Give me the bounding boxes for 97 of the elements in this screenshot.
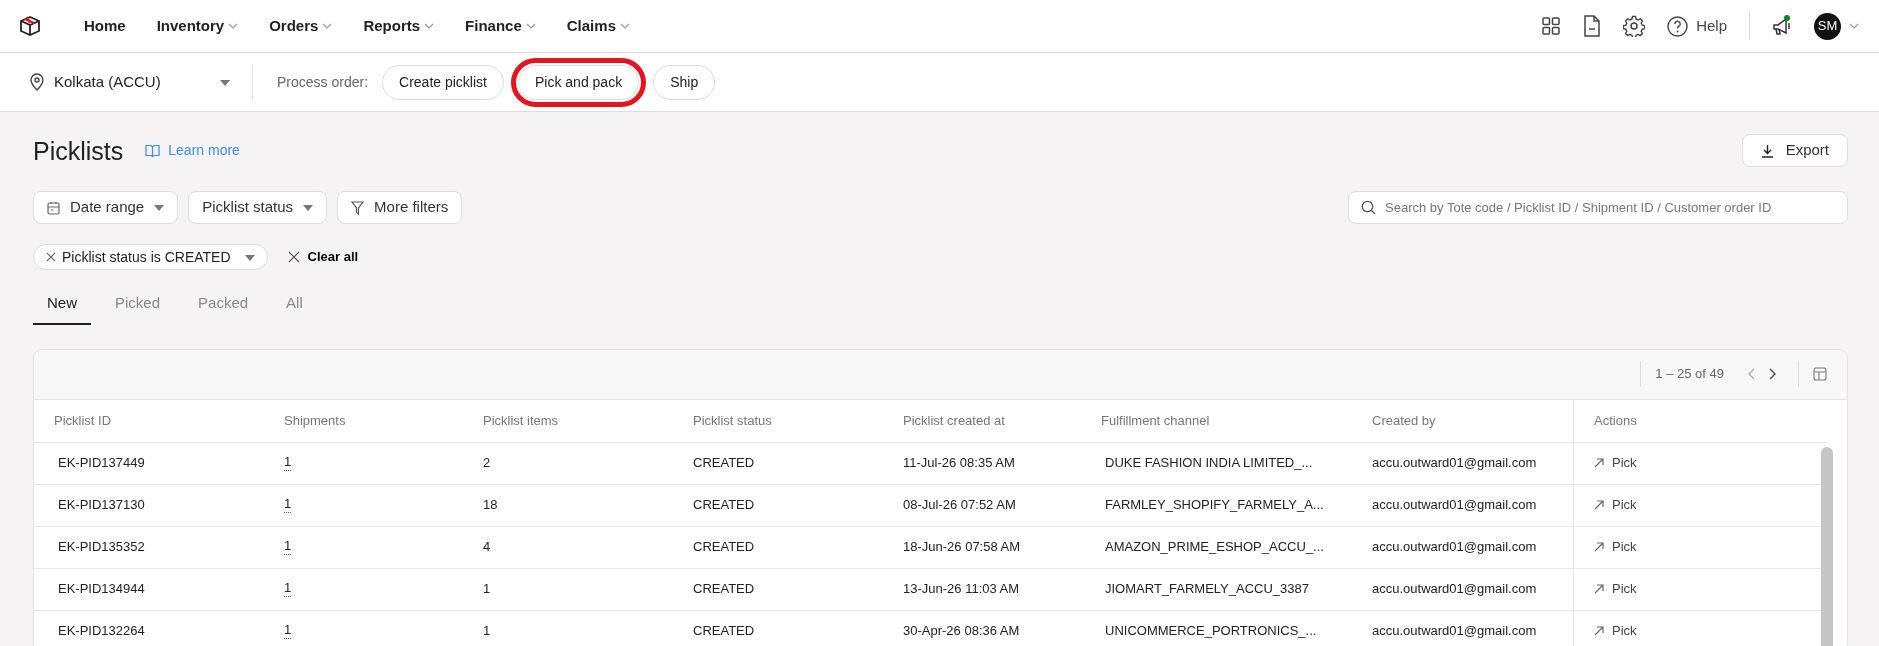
table-cell-text: 30-Apr-26 08:36 AM bbox=[903, 622, 1020, 641]
chevron-right-icon[interactable] bbox=[1769, 368, 1776, 380]
column-layout-icon[interactable] bbox=[1813, 367, 1827, 381]
table-cell-text: CREATED bbox=[693, 580, 755, 599]
shipments-link[interactable]: 1 bbox=[284, 581, 292, 597]
pagination-text: 1 – 25 of 49 bbox=[1655, 365, 1724, 384]
column-header: Picklist status bbox=[693, 411, 772, 430]
table-cell-text: EK-PID135352 bbox=[58, 538, 145, 557]
clear-all-button[interactable]: Clear all bbox=[287, 247, 359, 267]
nav-menu-item[interactable]: Claims bbox=[566, 14, 630, 38]
table-cell-text: accu.outward01@gmail.com bbox=[1372, 496, 1537, 515]
filter-dropdown[interactable]: Picklist status bbox=[188, 191, 328, 224]
page-title: Picklists bbox=[33, 135, 124, 166]
location-select[interactable]: Kolkata (ACCU) bbox=[30, 70, 230, 94]
close-icon bbox=[287, 251, 300, 263]
pick-action-link[interactable]: Pick bbox=[1594, 453, 1637, 473]
chevron-left-icon[interactable] bbox=[1748, 368, 1755, 380]
grid-icon bbox=[1541, 16, 1562, 36]
table-cell-text: 1 bbox=[483, 622, 491, 641]
filter-icon bbox=[351, 200, 365, 215]
shipments-link[interactable]: 1 bbox=[284, 497, 292, 513]
table-cell-text: 08-Jul-26 07:52 AM bbox=[903, 496, 1016, 515]
nav-menu-item[interactable]: Home bbox=[84, 14, 126, 38]
location-pin-icon bbox=[30, 73, 44, 91]
table-cell-text: 18-Jun-26 07:58 AM bbox=[903, 538, 1021, 557]
megaphone-icon[interactable] bbox=[1772, 15, 1792, 37]
shipments-link[interactable]: 1 bbox=[284, 455, 292, 471]
help-icon bbox=[1667, 15, 1689, 37]
table-cell-text: EK-PID134944 bbox=[58, 580, 145, 599]
table-cell-text: accu.outward01@gmail.com bbox=[1372, 580, 1537, 599]
settings-icon bbox=[1623, 15, 1646, 37]
caret-down-icon bbox=[220, 79, 230, 86]
table-cell-text: accu.outward01@gmail.com bbox=[1372, 622, 1537, 641]
table-cell-text: UNICOMMERCE_PORTRONICS_... bbox=[1105, 622, 1317, 641]
process-order-label: Process order: bbox=[277, 72, 369, 92]
scrollbar[interactable] bbox=[1821, 446, 1833, 646]
column-header: Created by bbox=[1372, 411, 1436, 430]
applied-filter-chip[interactable]: Picklist status is CREATED bbox=[33, 244, 268, 270]
process-step-button[interactable]: Create picklist bbox=[382, 64, 504, 100]
table-cell-text: CREATED bbox=[693, 454, 755, 473]
column-header: Fulfillment channel bbox=[1101, 411, 1210, 430]
nav-menu-item[interactable]: Orders bbox=[269, 14, 333, 38]
column-header: Shipments bbox=[284, 411, 346, 430]
table-cell-text: 11-Jul-26 08:35 AM bbox=[903, 454, 1015, 473]
nav-menu-item[interactable]: Inventory bbox=[156, 14, 239, 38]
filter-dropdown[interactable]: More filters bbox=[337, 191, 463, 224]
calendar-icon bbox=[47, 200, 60, 215]
pick-action-link[interactable]: Pick bbox=[1594, 537, 1637, 557]
table-cell-text: accu.outward01@gmail.com bbox=[1372, 538, 1537, 557]
download-icon bbox=[1760, 143, 1774, 158]
close-icon bbox=[46, 252, 56, 262]
table-cell-text: 1 bbox=[483, 580, 491, 599]
arrow-up-right-icon bbox=[1594, 500, 1604, 510]
column-header: Picklist created at bbox=[903, 411, 1005, 430]
shipments-link[interactable]: 1 bbox=[284, 539, 292, 555]
book-icon bbox=[145, 144, 161, 157]
table-cell-text: CREATED bbox=[693, 622, 755, 641]
nav-menu-item[interactable]: Reports bbox=[363, 14, 435, 38]
process-step-button[interactable]: Ship bbox=[653, 64, 716, 100]
caret-down-icon bbox=[303, 204, 314, 211]
table-cell-text: 13-Jun-26 11:03 AM bbox=[903, 580, 1020, 599]
column-header: Picklist ID bbox=[54, 411, 112, 430]
table-cell-text: EK-PID132264 bbox=[58, 622, 145, 641]
table-cell-text: JIOMART_FARMELY_ACCU_3387 bbox=[1105, 580, 1309, 599]
column-header: Picklist items bbox=[483, 411, 559, 430]
arrow-up-right-icon bbox=[1594, 542, 1604, 552]
column-header: Actions bbox=[1594, 411, 1637, 430]
search-field[interactable]: Search by Tote code / Picklist ID / Shipment ID / Customer order ID bbox=[1348, 191, 1848, 224]
table-cell-text: AMAZON_PRIME_ESHOP_ACCU_... bbox=[1105, 538, 1324, 557]
table-cell-text: 2 bbox=[483, 454, 491, 473]
export-button[interactable]: Export bbox=[1741, 134, 1848, 167]
document-icon bbox=[1583, 15, 1602, 37]
pick-action-link[interactable]: Pick bbox=[1594, 495, 1637, 515]
pick-action-link[interactable]: Pick bbox=[1594, 621, 1637, 641]
caret-down-icon bbox=[244, 254, 255, 261]
arrow-up-right-icon bbox=[1594, 626, 1604, 636]
nav-menu-item[interactable]: Finance bbox=[465, 14, 536, 38]
table-cell-text: CREATED bbox=[693, 538, 755, 557]
filter-dropdown[interactable]: Date range bbox=[33, 191, 179, 224]
table-cell-text: 4 bbox=[483, 538, 491, 557]
logo-icon bbox=[18, 14, 42, 38]
shipments-link[interactable]: 1 bbox=[284, 623, 292, 639]
chevron-down-icon bbox=[1849, 23, 1859, 29]
help-link[interactable]: Help bbox=[1696, 14, 1727, 38]
user-avatar[interactable]: SM bbox=[1814, 12, 1841, 40]
pick-action-link[interactable]: Pick bbox=[1594, 579, 1637, 599]
arrow-up-right-icon bbox=[1594, 584, 1604, 594]
table-cell-text: FARMLEY_SHOPIFY_FARMELY_A... bbox=[1105, 496, 1324, 515]
table-cell-text: EK-PID137449 bbox=[58, 454, 145, 473]
table-cell-text: 18 bbox=[483, 496, 498, 515]
table-cell-text: DUKE FASHION INDIA LIMITED_... bbox=[1105, 454, 1313, 473]
table-cell-text: CREATED bbox=[693, 496, 755, 515]
table-cell-text: EK-PID137130 bbox=[58, 496, 145, 515]
caret-down-icon bbox=[154, 204, 165, 211]
table-cell-text: accu.outward01@gmail.com bbox=[1372, 454, 1537, 473]
arrow-up-right-icon bbox=[1594, 458, 1604, 468]
status-tab[interactable]: New bbox=[33, 292, 91, 325]
